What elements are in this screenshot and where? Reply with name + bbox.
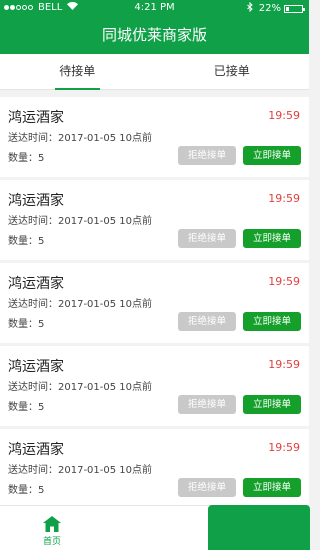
order-time: 19:59: [268, 192, 300, 205]
order-card[interactable]: 鸿运酒家 19:59 送达时间：2017-01-05 10点前 数量：5 拒绝接…: [0, 429, 309, 509]
delivery-time: 送达时间：2017-01-05 10点前: [8, 465, 153, 476]
order-list: 鸿运酒家 19:59 送达时间：2017-01-05 10点前 数量：5 拒绝接…: [0, 97, 309, 512]
tabbar-home-label: 首页: [42, 537, 61, 547]
center-tab-background: [208, 505, 310, 550]
reject-order-button[interactable]: 拒绝接单: [178, 395, 236, 414]
battery-fill: [286, 6, 289, 11]
order-time: 19:59: [268, 358, 300, 371]
status-bar: BELL 4:21 PM 22%: [0, 0, 309, 16]
bell-icon: [138, 509, 178, 542]
order-time: 19:59: [268, 275, 300, 288]
delivery-time: 送达时间：2017-01-05 10点前: [8, 299, 153, 310]
order-card[interactable]: 鸿运酒家 19:59 送达时间：2017-01-05 10点前 数量：5 拒绝接…: [0, 263, 309, 343]
delivery-time: 送达时间：2017-01-05 10点前: [8, 382, 153, 393]
battery-percent: 22%: [258, 3, 281, 14]
reject-order-button[interactable]: 拒绝接单: [178, 312, 236, 331]
accept-order-button[interactable]: 立即接单: [243, 478, 301, 497]
reject-order-button[interactable]: 拒绝接单: [178, 478, 236, 497]
page-title: 同城优莱商家版: [0, 16, 309, 54]
order-card[interactable]: 鸿运酒家 19:59 送达时间：2017-01-05 10点前 数量：5 拒绝接…: [0, 180, 309, 260]
battery-icon: [284, 4, 305, 13]
tab-accepted[interactable]: 已接单: [155, 54, 310, 89]
order-time: 19:59: [268, 441, 300, 454]
quantity: 数量：5: [8, 319, 45, 330]
accept-order-button[interactable]: 立即接单: [243, 312, 301, 331]
accept-order-button[interactable]: 立即接单: [243, 395, 301, 414]
accept-order-button[interactable]: 立即接单: [243, 229, 301, 248]
shop-name: 鸿运酒家: [8, 442, 64, 458]
status-right: 22%: [246, 1, 305, 15]
shop-name: 鸿运酒家: [8, 359, 64, 375]
order-card[interactable]: 鸿运酒家 19:59 送达时间：2017-01-05 10点前 数量：5 拒绝接…: [0, 97, 309, 177]
quantity: 数量：5: [8, 402, 45, 413]
reject-order-button[interactable]: 拒绝接单: [178, 229, 236, 248]
order-time: 19:59: [268, 109, 300, 122]
order-card[interactable]: 鸿运酒家 19:59 送达时间：2017-01-05 10点前 数量：5 拒绝接…: [0, 346, 309, 426]
tabbar-home[interactable]: 首页: [22, 512, 82, 547]
order-tabs: 待接单 已接单: [0, 54, 309, 90]
home-icon: [22, 512, 82, 532]
quantity: 数量：5: [8, 153, 45, 164]
accept-order-button[interactable]: 立即接单: [243, 146, 301, 165]
shop-name: 鸿运酒家: [8, 193, 64, 209]
tab-pending[interactable]: 待接单: [0, 54, 155, 90]
shop-name: 鸿运酒家: [8, 110, 64, 126]
shop-name: 鸿运酒家: [8, 276, 64, 292]
bluetooth-icon: [246, 1, 253, 15]
delivery-time: 送达时间：2017-01-05 10点前: [8, 216, 153, 227]
new-order-notification-button[interactable]: [104, 505, 310, 550]
quantity: 数量：5: [8, 485, 45, 496]
delivery-time: 送达时间：2017-01-05 10点前: [8, 133, 153, 144]
reject-order-button[interactable]: 拒绝接单: [178, 146, 236, 165]
quantity: 数量：5: [8, 236, 45, 247]
